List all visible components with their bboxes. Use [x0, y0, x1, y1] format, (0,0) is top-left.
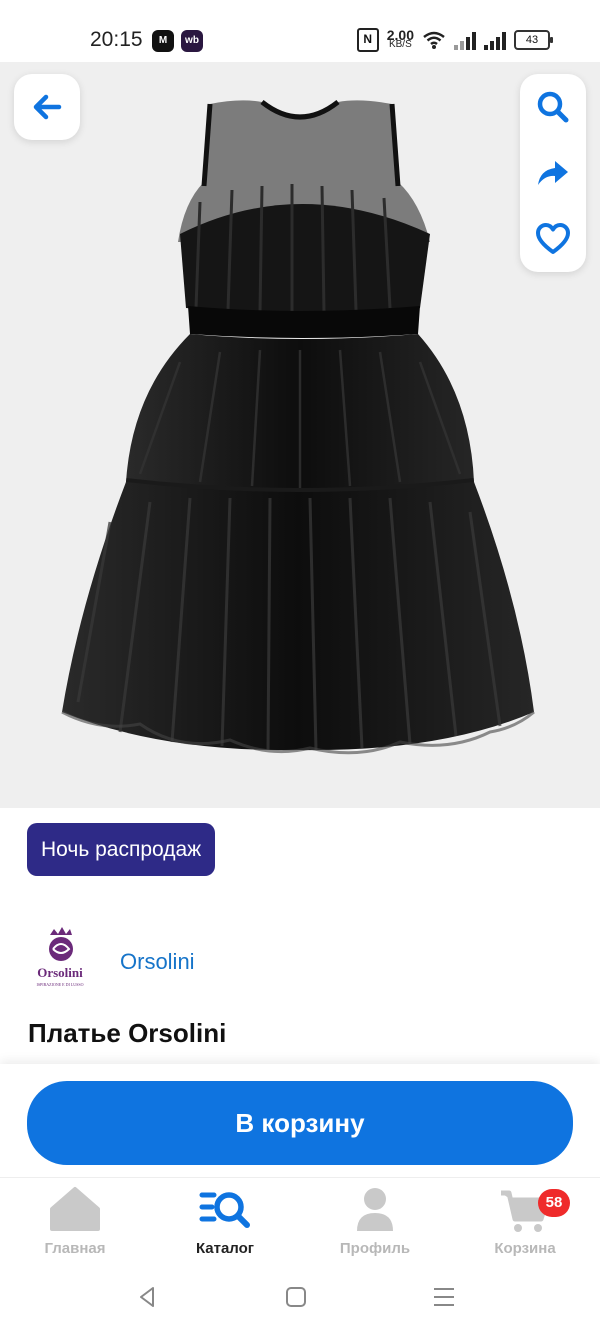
product-title: Платье Orsolini — [28, 1018, 227, 1048]
nfc-icon: N — [356, 28, 379, 52]
favorite-button[interactable] — [520, 206, 586, 272]
svg-text:ISPIRAZIONE E DI LUSSO: ISPIRAZIONE E DI LUSSO — [37, 982, 84, 987]
battery-icon: 43 — [514, 30, 553, 50]
tab-catalog-label: Каталог — [195, 1240, 255, 1257]
tab-catalog[interactable]: Каталог — [150, 1178, 300, 1264]
network-speed: 2.00 KB/S — [386, 27, 414, 50]
bottom-tab-bar: Главная Каталог Профиль 58 Корзина — [0, 1177, 600, 1264]
status-wb-icon: wb — [181, 30, 203, 52]
profile-icon — [357, 1188, 393, 1231]
heart-icon — [536, 223, 570, 254]
system-back-icon[interactable] — [133, 1283, 161, 1311]
product-image — [61, 100, 535, 755]
system-navigation-bar — [0, 1263, 600, 1332]
status-bar: 20:15 M wb N 2.00 KB/S 43 — [0, 0, 600, 62]
system-menu-icon[interactable] — [430, 1283, 458, 1311]
status-time: 20:15 — [90, 28, 143, 51]
product-gallery[interactable] — [0, 62, 600, 808]
signal-icon-2 — [484, 30, 506, 50]
tab-home[interactable]: Главная — [0, 1178, 150, 1264]
tab-cart-label: Корзина — [494, 1240, 556, 1257]
brand-logo[interactable]: Orsolini ISPIRAZIONE E DI LUSSO — [28, 925, 92, 1001]
tab-profile-label: Профиль — [339, 1240, 411, 1257]
promo-badge[interactable]: Ночь распродаж — [27, 823, 216, 876]
cart-count-badge: 58 — [538, 1189, 570, 1217]
search-button[interactable] — [520, 74, 586, 140]
back-arrow-icon — [33, 94, 62, 120]
status-app-icon: M — [152, 30, 174, 52]
add-to-cart-button[interactable]: В корзину — [27, 1081, 573, 1165]
svg-text:Orsolini: Orsolini — [37, 965, 83, 980]
signal-icon — [454, 30, 476, 50]
tab-profile[interactable]: Профиль — [300, 1178, 450, 1264]
search-icon — [537, 91, 569, 123]
catalog-search-icon — [199, 1192, 250, 1228]
brand-link[interactable]: Orsolini — [120, 949, 195, 975]
share-icon — [538, 161, 568, 185]
orsolini-logo-icon: Orsolini ISPIRAZIONE E DI LUSSO — [37, 927, 84, 987]
tab-cart[interactable]: 58 Корзина — [450, 1178, 600, 1264]
tab-home-label: Главная — [44, 1240, 106, 1257]
back-button[interactable] — [14, 74, 80, 140]
wifi-icon — [423, 31, 445, 49]
system-home-icon[interactable] — [282, 1283, 310, 1311]
product-actions — [520, 74, 586, 272]
home-icon — [50, 1187, 100, 1231]
share-button[interactable] — [520, 140, 586, 206]
status-indicators: N 2.00 KB/S 43 — [356, 27, 553, 52]
